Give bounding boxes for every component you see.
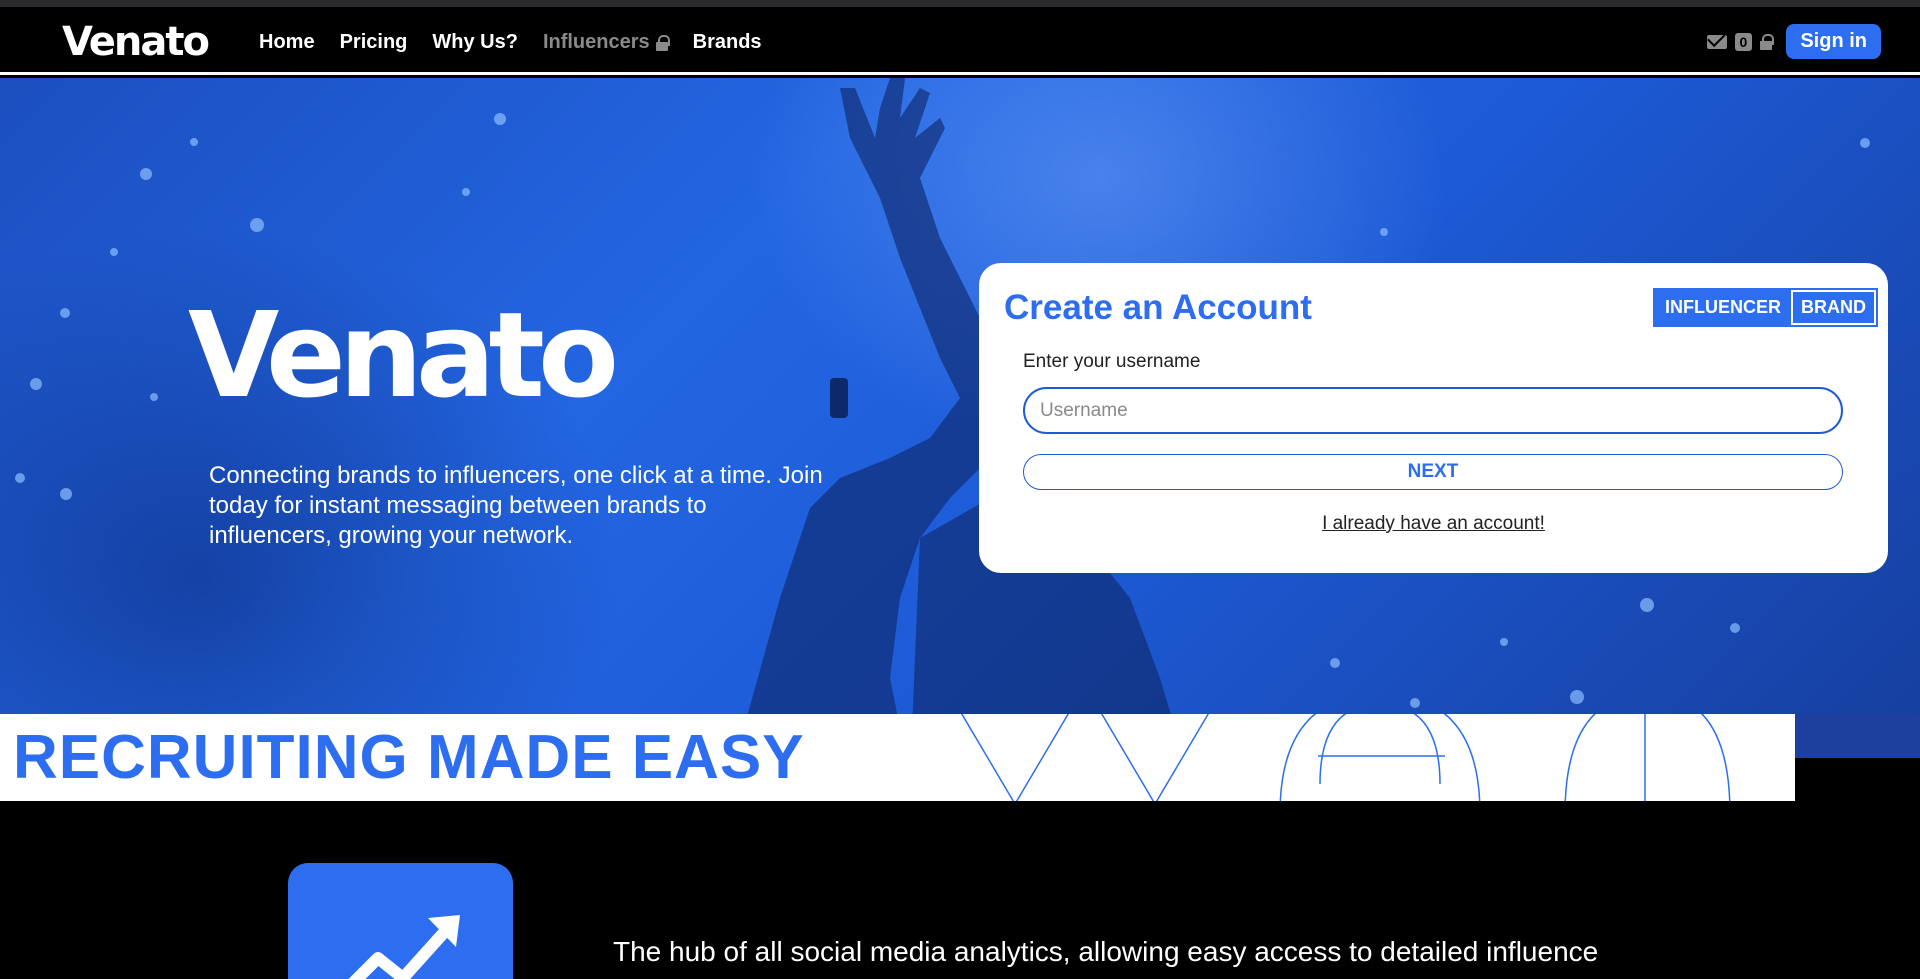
bokeh-dot [190, 138, 198, 146]
message-count-badge: 0 [1734, 32, 1753, 51]
sign-in-button[interactable]: Sign in [1786, 24, 1881, 59]
recruiting-banner: RECRUITING MADE EASY [0, 714, 1795, 801]
bokeh-dot [1860, 138, 1870, 148]
nav-link-brands[interactable]: Brands [693, 31, 762, 54]
mail-icon[interactable] [1706, 34, 1727, 49]
nav-links: Home Pricing Why Us? Influencers Brands [259, 31, 762, 54]
bokeh-dot [60, 488, 72, 500]
nav-link-influencers-label: Influencers [542, 31, 650, 53]
bokeh-dot [1410, 698, 1420, 708]
next-button[interactable]: NEXT [1023, 454, 1843, 490]
bokeh-dot [1730, 623, 1740, 633]
bokeh-dot [462, 188, 470, 196]
username-input[interactable] [1023, 387, 1843, 434]
nav-link-pricing[interactable]: Pricing [340, 31, 408, 54]
lock-icon [655, 34, 670, 51]
bokeh-dot [1640, 598, 1654, 612]
username-label: Enter your username [1023, 351, 1201, 372]
nav-link-home[interactable]: Home [259, 31, 315, 54]
chart-growth-icon [348, 915, 460, 979]
banner-outline-logo [960, 714, 1731, 801]
account-type-toggle: INFLUENCER BRAND [1653, 288, 1878, 327]
create-account-card: Create an Account INFLUENCER BRAND Enter… [979, 263, 1888, 573]
hero-tagline: Connecting brands to influencers, one cl… [209, 462, 823, 549]
banner-title: RECRUITING MADE EASY [13, 723, 805, 792]
bokeh-dot [494, 113, 506, 125]
bokeh-dot [30, 378, 42, 390]
features-section: The hub of all social media analytics, a… [0, 801, 1920, 979]
nav-link-why-us[interactable]: Why Us? [432, 31, 518, 54]
nav-logo[interactable]: Venato [62, 19, 210, 65]
bokeh-dot [60, 308, 70, 318]
toggle-brand[interactable]: BRAND [1791, 290, 1876, 325]
navbar: Venato Home Pricing Why Us? Influencers … [0, 7, 1920, 75]
bokeh-dot [140, 168, 152, 180]
feature-icon-tile [288, 863, 513, 979]
bokeh-dot [1380, 228, 1388, 236]
bokeh-dot [15, 473, 25, 483]
feature-description: The hub of all social media analytics, a… [613, 936, 1599, 967]
hero-logo: Venato [188, 286, 619, 424]
nav-link-influencers[interactable]: Influencers [542, 31, 670, 54]
bokeh-dot [110, 248, 118, 256]
lock-icon [1760, 33, 1775, 50]
bokeh-dot [1330, 658, 1340, 668]
toggle-influencer[interactable]: INFLUENCER [1655, 290, 1791, 325]
card-title: Create an Account [1004, 288, 1312, 327]
bokeh-dot [150, 393, 158, 401]
bokeh-dot [250, 218, 264, 232]
nav-right: 0 Sign in [1706, 24, 1881, 59]
bokeh-dot [1570, 690, 1584, 704]
already-have-account-link[interactable]: I already have an account! [979, 513, 1888, 535]
hero-edge-strip [1795, 714, 1920, 758]
browser-top-strip [0, 0, 1920, 7]
bokeh-dot [1500, 638, 1508, 646]
